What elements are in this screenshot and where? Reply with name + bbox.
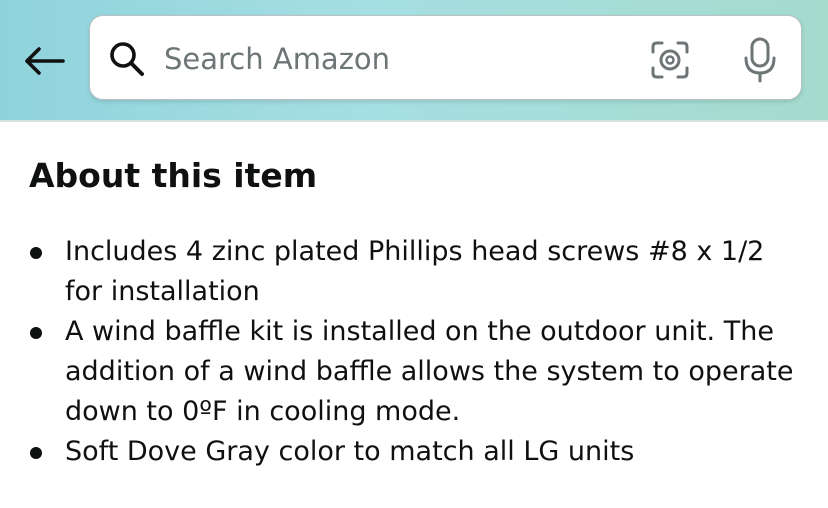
- feature-bullet: Soft Dove Gray color to match all LG uni…: [0, 432, 820, 472]
- arrow-left-icon: [25, 47, 65, 75]
- feature-bullet: Includes 4 zinc plated Phillips head scr…: [0, 232, 820, 312]
- section-title: About this item: [29, 156, 318, 195]
- feature-bullet-list: Includes 4 zinc plated Phillips head scr…: [0, 232, 820, 472]
- search-input[interactable]: [164, 34, 634, 84]
- search-bar[interactable]: [89, 15, 802, 100]
- back-button[interactable]: [18, 38, 70, 84]
- feature-bullet: A wind baffle kit is installed on the ou…: [0, 312, 820, 432]
- top-bar: [0, 0, 828, 122]
- microphone-icon[interactable]: [742, 37, 778, 83]
- camera-lens-icon[interactable]: [650, 40, 690, 80]
- search-icon[interactable]: [108, 40, 146, 78]
